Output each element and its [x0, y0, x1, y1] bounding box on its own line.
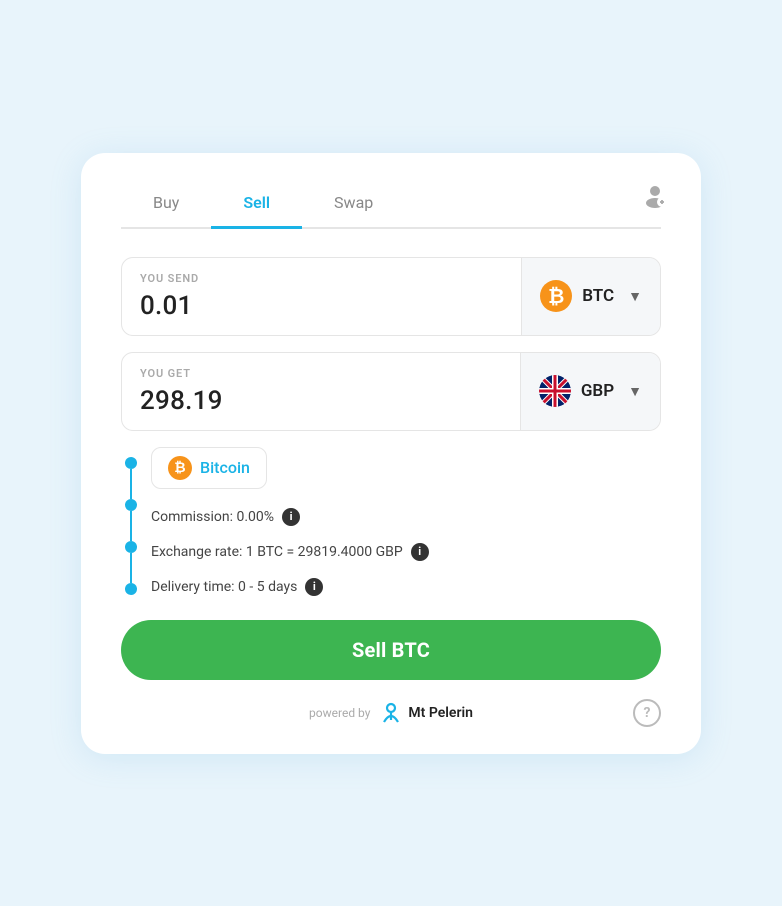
send-currency-chevron-icon: ▼: [628, 288, 642, 305]
powered-by-text: powered by: [309, 706, 370, 720]
get-input-area: YOU GET 298.19: [122, 353, 520, 430]
exchange-rate-row: Exchange rate: 1 BTC = 29819.4000 GBP i: [151, 542, 661, 561]
profile-icon[interactable]: [641, 181, 669, 213]
timeline-line-2: [130, 511, 133, 541]
get-currency-chevron-icon: ▼: [628, 383, 642, 400]
commission-info-icon[interactable]: i: [282, 508, 300, 526]
timeline-dot-1: [125, 457, 137, 469]
send-label: YOU SEND: [140, 272, 503, 285]
sell-button[interactable]: Sell BTC: [121, 620, 661, 680]
pelerin-icon: [378, 700, 404, 726]
pelerin-logo: Mt Pelerin: [378, 700, 473, 726]
footer: powered by Mt Pelerin ?: [121, 700, 661, 726]
send-value[interactable]: 0.01: [140, 291, 503, 321]
tab-buy[interactable]: Buy: [121, 185, 211, 229]
get-row: YOU GET 298.19: [121, 352, 661, 431]
send-currency-code: BTC: [582, 286, 614, 306]
bitcoin-pill-text: Bitcoin: [200, 458, 250, 477]
tabs: Buy Sell Swap: [121, 185, 661, 229]
help-icon[interactable]: ?: [633, 699, 661, 727]
timeline-line-3: [130, 553, 133, 583]
get-value[interactable]: 298.19: [140, 386, 502, 416]
timeline-dot-2: [125, 499, 137, 511]
delivery-time-row: Delivery time: 0 - 5 days i: [151, 577, 661, 596]
send-input-area: YOU SEND 0.01: [122, 258, 521, 335]
get-currency-code: GBP: [581, 381, 614, 401]
commission-row: Commission: 0.00% i: [151, 507, 661, 526]
get-label: YOU GET: [140, 367, 502, 380]
tab-swap[interactable]: Swap: [302, 185, 405, 229]
timeline-dot-3: [125, 541, 137, 553]
send-row: YOU SEND 0.01 ₿ BTC ▼: [121, 257, 661, 336]
timeline-dot-4: [125, 583, 137, 595]
pelerin-brand-text: Mt Pelerin: [408, 705, 473, 721]
delivery-time-info-icon[interactable]: i: [305, 578, 323, 596]
timeline-line-1: [130, 469, 133, 499]
main-card: Buy Sell Swap YOU SEND 0.01 ₿ BTC ▼ YOU …: [81, 153, 701, 754]
tab-sell[interactable]: Sell: [211, 185, 302, 229]
btc-icon: ₿: [540, 280, 572, 312]
commission-text: Commission: 0.00%: [151, 509, 274, 525]
exchange-rate-info-icon[interactable]: i: [411, 543, 429, 561]
bitcoin-pill-icon: ₿: [168, 456, 192, 480]
bitcoin-pill[interactable]: ₿ Bitcoin: [151, 447, 267, 489]
exchange-rate-text: Exchange rate: 1 BTC = 29819.4000 GBP: [151, 544, 403, 560]
get-currency-selector[interactable]: GBP ▼: [520, 353, 660, 430]
gbp-flag-icon: [539, 375, 571, 407]
send-currency-selector[interactable]: ₿ BTC ▼: [521, 258, 660, 335]
delivery-time-text: Delivery time: 0 - 5 days: [151, 579, 297, 595]
